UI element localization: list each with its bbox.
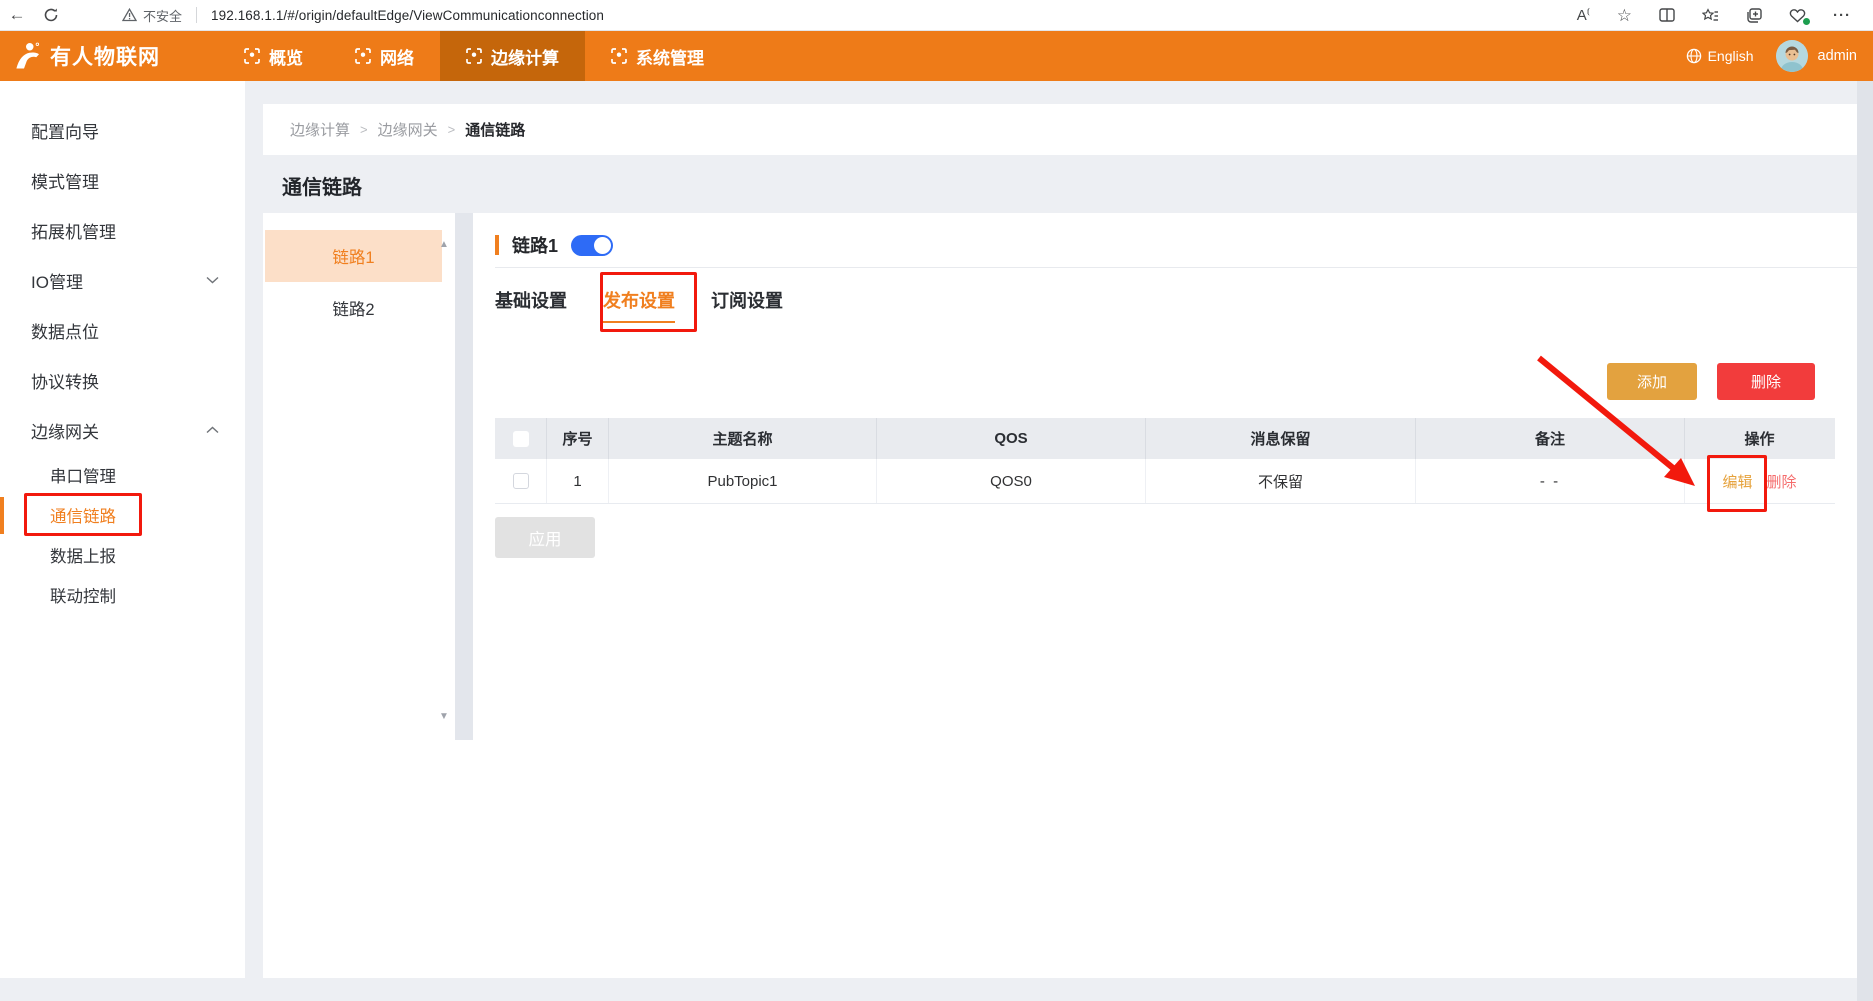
top-navbar: 有人物联网 概览 网络 边缘计算 系统管理 English (0, 31, 1873, 81)
refresh-icon[interactable] (34, 5, 68, 25)
sidebar-item-data-points[interactable]: 数据点位 (0, 305, 245, 355)
scroll-down-icon[interactable]: ▼ (439, 711, 449, 722)
nav-tab-label: 系统管理 (636, 44, 704, 69)
avatar[interactable] (1776, 40, 1808, 72)
sidebar-item-extension-management[interactable]: 拓展机管理 (0, 205, 245, 255)
sidebar-item-edge-gateway[interactable]: 边缘网关 (0, 405, 245, 455)
nav-tab-label: 网络 (380, 44, 414, 69)
site-security[interactable]: 不安全 (122, 6, 182, 25)
brand-name: 有人物联网 (50, 41, 160, 71)
breadcrumb-item[interactable]: 边缘网关 (378, 119, 438, 140)
cell-qos: QOS0 (877, 459, 1146, 503)
edit-link[interactable]: 编辑 (1722, 471, 1752, 492)
add-tab-pages-icon[interactable] (1746, 8, 1762, 23)
sidebar-item-communication-link[interactable]: 通信链路 (0, 495, 245, 535)
browser-essentials-icon[interactable] (1789, 8, 1806, 23)
scan-dot-icon (244, 48, 260, 64)
sidebar: 配置向导 模式管理 拓展机管理 IO管理 数据点位 协议转换 边缘网关 串口管理… (0, 81, 245, 978)
app-root: ← 不安全 192.168.1.1/#/origin/defaultEdge/V… (0, 0, 1873, 1001)
sidebar-item-config-wizard[interactable]: 配置向导 (0, 105, 245, 155)
nav-tab-label: 概览 (269, 44, 303, 69)
browser-menu-icon[interactable]: ··· (1833, 8, 1851, 23)
read-aloud-icon[interactable]: A⦅ (1577, 7, 1590, 23)
chevron-up-icon (206, 426, 219, 434)
cell-topic: PubTopic1 (609, 459, 877, 503)
username[interactable]: admin (1818, 48, 1858, 64)
nav-tab-system[interactable]: 系统管理 (585, 31, 730, 81)
warning-icon (122, 8, 137, 22)
nav-tab-network[interactable]: 网络 (329, 31, 440, 81)
breadcrumb-separator: > (448, 122, 456, 137)
tab-basic-settings[interactable]: 基础设置 (495, 287, 567, 323)
list-panel-divider (455, 213, 473, 740)
select-all-checkbox[interactable] (513, 431, 529, 447)
nav-tab-overview[interactable]: 概览 (218, 31, 329, 81)
tab-publish-settings[interactable]: 发布设置 (603, 287, 675, 323)
divider (196, 7, 197, 23)
apply-button[interactable]: 应用 (495, 517, 595, 558)
publish-topics-table: 序号 主题名称 QOS 消息保留 备注 操作 1 PubTopic1 QOS0 … (495, 418, 1835, 504)
delete-link[interactable]: 删除 (1767, 471, 1797, 492)
tab-subscribe-settings[interactable]: 订阅设置 (711, 287, 783, 323)
row-checkbox[interactable] (513, 473, 529, 489)
divider (495, 267, 1873, 268)
nav-tabs: 概览 网络 边缘计算 系统管理 (218, 31, 730, 81)
settings-tabs: 基础设置 发布设置 订阅设置 (495, 287, 783, 323)
sidebar-item-protocol-conversion[interactable]: 协议转换 (0, 355, 245, 405)
sidebar-active-indicator (0, 497, 4, 534)
nav-tab-label: 边缘计算 (491, 44, 559, 69)
link-list-item-2[interactable]: 链路2 (265, 282, 442, 334)
page-title: 通信链路 (282, 171, 362, 200)
breadcrumb-item[interactable]: 边缘计算 (290, 119, 350, 140)
breadcrumb-separator: > (360, 122, 368, 137)
back-icon[interactable]: ← (0, 5, 34, 25)
sidebar-item-data-report[interactable]: 数据上报 (0, 535, 245, 575)
sidebar-item-linkage-control[interactable]: 联动控制 (0, 575, 245, 615)
sidebar-item-serial-management[interactable]: 串口管理 (0, 455, 245, 495)
nav-tab-edge-computing[interactable]: 边缘计算 (440, 31, 585, 81)
security-label: 不安全 (143, 6, 182, 25)
brand-logo-icon (12, 41, 42, 71)
link-title: 链路1 (512, 232, 558, 258)
col-header-actions: 操作 (1685, 418, 1834, 459)
address-url[interactable]: 192.168.1.1/#/origin/defaultEdge/ViewCom… (211, 8, 604, 23)
col-header-index: 序号 (547, 418, 609, 459)
browser-toolbar: ← 不安全 192.168.1.1/#/origin/defaultEdge/V… (0, 0, 1873, 31)
section-accent-bar (495, 235, 499, 255)
collections-icon[interactable] (1702, 8, 1719, 23)
link-enable-toggle[interactable] (571, 235, 613, 256)
chevron-down-icon (206, 276, 219, 284)
cell-retain: 不保留 (1146, 459, 1416, 503)
breadcrumb-current: 通信链路 (465, 119, 525, 140)
delete-button[interactable]: 删除 (1717, 363, 1815, 400)
scan-dot-icon (355, 48, 371, 64)
essentials-badge (1802, 17, 1811, 26)
split-screen-icon[interactable] (1659, 8, 1675, 22)
scroll-up-icon[interactable]: ▲ (439, 239, 449, 250)
add-button[interactable]: 添加 (1607, 363, 1697, 400)
globe-icon (1686, 48, 1702, 64)
col-header-topic: 主题名称 (609, 418, 877, 459)
col-header-retain: 消息保留 (1146, 418, 1416, 459)
breadcrumb: 边缘计算 > 边缘网关 > 通信链路 (263, 104, 1857, 155)
table-header-row: 序号 主题名称 QOS 消息保留 备注 操作 (495, 418, 1835, 459)
cell-index: 1 (547, 459, 609, 503)
scan-dot-icon (466, 48, 482, 64)
sidebar-item-mode-management[interactable]: 模式管理 (0, 155, 245, 205)
page-scrollbar[interactable] (1857, 81, 1873, 1001)
sidebar-item-io-management[interactable]: IO管理 (0, 255, 245, 305)
scan-dot-icon (611, 48, 627, 64)
main-card: 链路1 链路2 ▲ ▼ 链路1 基础设置 发布设置 订阅设置 添加 删除 序号 … (263, 213, 1857, 978)
col-header-qos: QOS (877, 418, 1146, 459)
cell-remark: - - (1416, 459, 1685, 503)
favorite-star-icon[interactable]: ☆ (1617, 7, 1632, 24)
table-row: 1 PubTopic1 QOS0 不保留 - - 编辑 删除 (495, 459, 1835, 504)
language-switcher[interactable]: English (1686, 48, 1754, 64)
link-list-item-1[interactable]: 链路1 (265, 230, 442, 282)
language-label: English (1708, 48, 1754, 64)
col-header-remark: 备注 (1416, 418, 1685, 459)
brand[interactable]: 有人物联网 (0, 41, 218, 71)
